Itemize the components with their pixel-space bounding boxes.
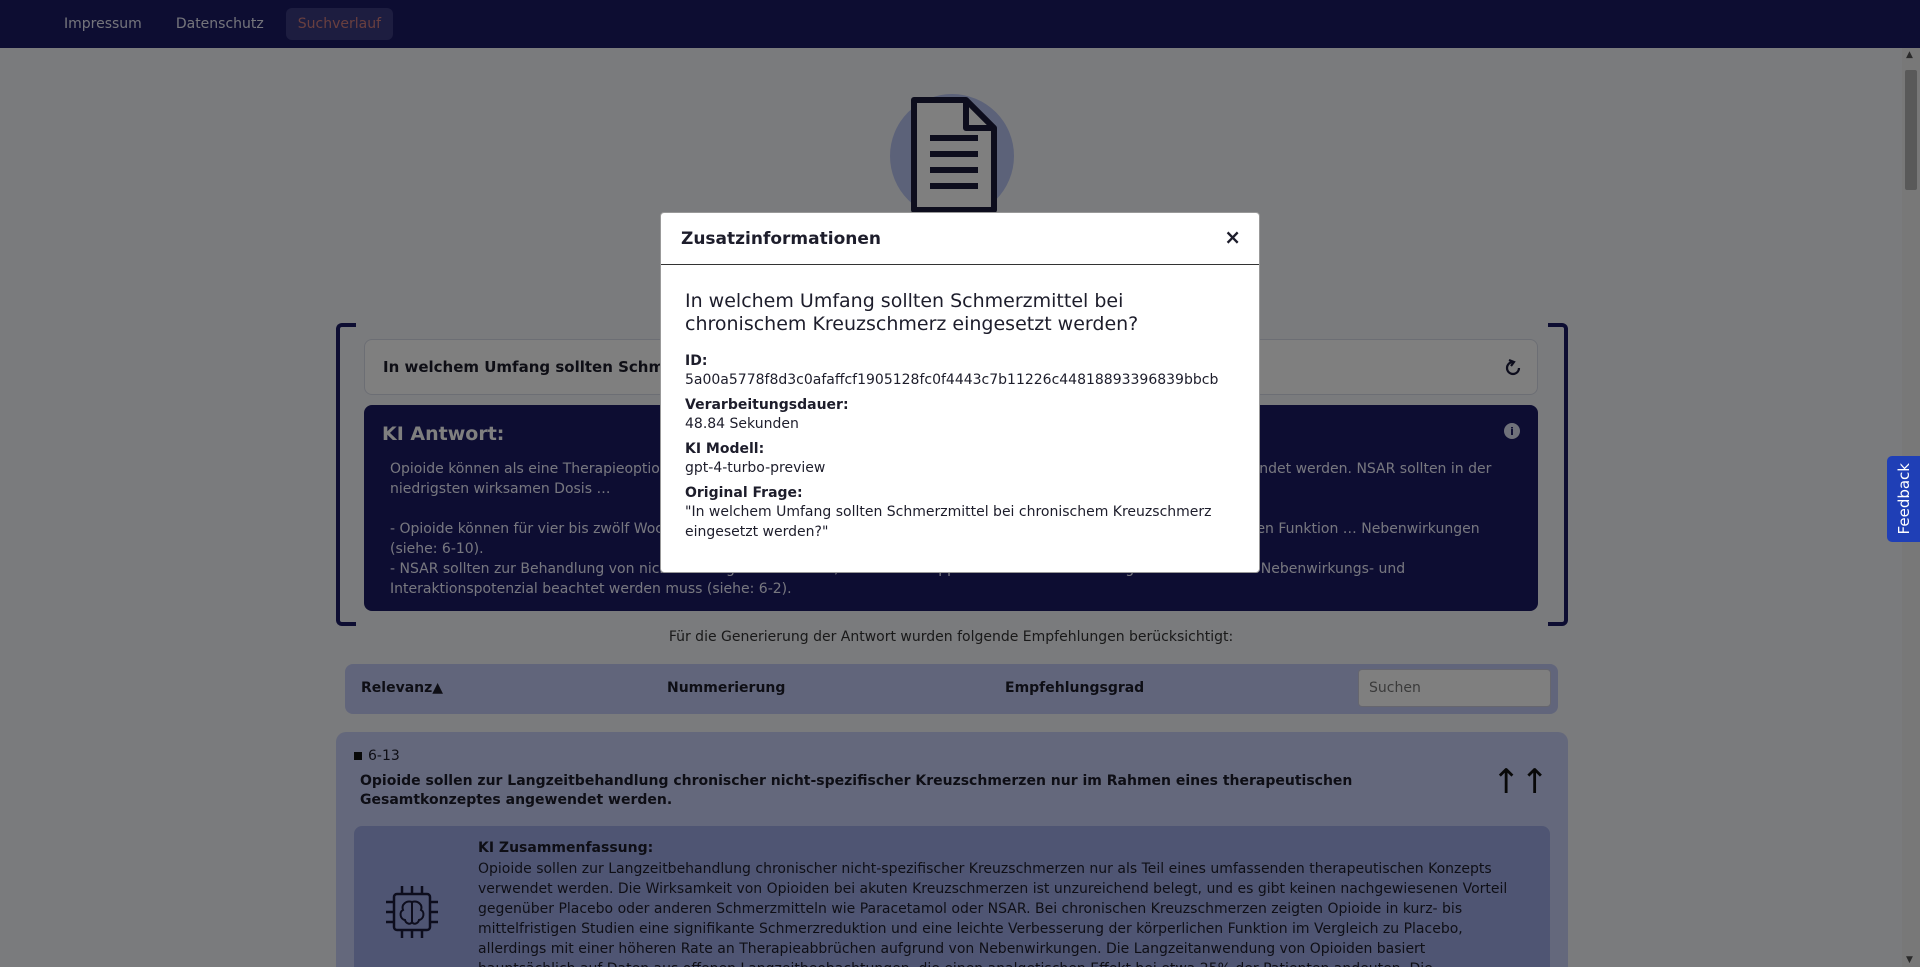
modal-title: Zusatzinformationen (681, 228, 881, 249)
modal-question: In welchem Umfang sollten Schmerzmittel … (685, 290, 1139, 335)
modal-header: Zusatzinformationen × (661, 213, 1259, 265)
feedback-label: Feedback (1894, 463, 1913, 535)
duration-value: 48.84 Sekunden (685, 416, 799, 432)
model-label: KI Modell: (685, 441, 765, 457)
id-label: ID: (685, 353, 708, 369)
close-icon[interactable]: × (1224, 225, 1241, 249)
original-question-value: "In welchem Umfang sollten Schmerzmittel… (685, 504, 1212, 540)
model-value: gpt-4-turbo-preview (685, 460, 826, 476)
feedback-button[interactable]: Feedback (1887, 456, 1920, 542)
original-question-label: Original Frage: (685, 485, 803, 501)
modal-body: In welchem Umfang sollten Schmerzmittel … (661, 265, 1259, 573)
duration-label: Verarbeitungsdauer: (685, 397, 849, 413)
id-value: 5a00a5778f8d3c0afaffcf1905128fc0f4443c7b… (685, 372, 1219, 388)
additional-info-modal: Zusatzinformationen × In welchem Umfang … (660, 212, 1260, 573)
